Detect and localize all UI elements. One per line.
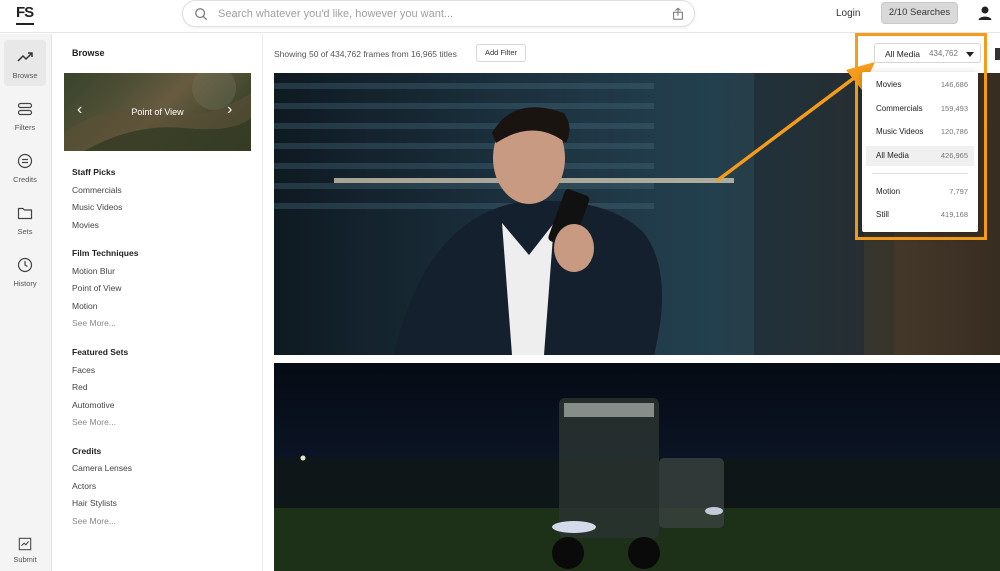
- option-count: 120,786: [940, 127, 968, 136]
- trend-icon: [17, 52, 33, 62]
- option-name: Movies: [876, 80, 902, 89]
- dropdown-selected-count: 434,762: [929, 49, 958, 58]
- option-name: Still: [876, 210, 889, 219]
- logo[interactable]: FS: [16, 4, 34, 21]
- see-more-link[interactable]: See More...: [72, 516, 116, 526]
- menu-option-motion[interactable]: Motion 7,797: [866, 182, 974, 202]
- rail-credits[interactable]: Credits: [4, 144, 46, 190]
- credits-icon: [17, 153, 33, 169]
- browse-link[interactable]: Point of View: [72, 283, 121, 293]
- search-bar[interactable]: [182, 0, 695, 27]
- browse-link[interactable]: Camera Lenses: [72, 463, 132, 473]
- option-name: Music Videos: [876, 127, 924, 136]
- browse-link[interactable]: Motion: [72, 301, 98, 311]
- browse-link[interactable]: Music Videos: [72, 202, 122, 212]
- section-title: Featured Sets: [72, 347, 129, 357]
- option-count: 7,797: [949, 187, 968, 196]
- login-link[interactable]: Login: [836, 8, 860, 19]
- browse-title: Browse: [72, 48, 105, 58]
- results-count: Showing 50 of 434,762 frames from 16,965…: [274, 49, 457, 59]
- hero-label: Point of View: [131, 107, 184, 117]
- frame-image: [274, 398, 1000, 571]
- option-count: 146,686: [940, 80, 968, 89]
- option-name: Commercials: [876, 104, 923, 113]
- browse-link[interactable]: Red: [72, 382, 88, 392]
- panel-edge-tab: [995, 48, 1000, 60]
- rail-label: History: [13, 279, 37, 288]
- media-type-dropdown[interactable]: All Media 434,762: [874, 43, 981, 63]
- menu-option-movies[interactable]: Movies 146,686: [866, 75, 974, 95]
- user-avatar-icon[interactable]: [976, 4, 994, 22]
- menu-option-music-videos[interactable]: Music Videos 120,786: [866, 122, 974, 142]
- rail-browse[interactable]: Browse: [4, 40, 46, 86]
- share-icon[interactable]: [671, 7, 685, 21]
- frame-thumbnail[interactable]: [274, 363, 1000, 571]
- option-count: 159,493: [940, 104, 968, 113]
- browse-link[interactable]: Motion Blur: [72, 266, 115, 276]
- rail-label: Sets: [17, 227, 33, 236]
- menu-divider: [872, 173, 968, 174]
- add-filter-button[interactable]: Add Filter: [476, 44, 526, 62]
- menu-option-all-media[interactable]: All Media 426,965: [866, 146, 974, 166]
- rail-label: Credits: [13, 175, 37, 184]
- browse-link[interactable]: Movies: [72, 220, 99, 230]
- section-title: Credits: [72, 446, 102, 456]
- option-count: 426,965: [940, 151, 968, 160]
- see-more-link[interactable]: See More...: [72, 318, 116, 328]
- option-name: All Media: [876, 151, 909, 160]
- rail-history[interactable]: History: [4, 248, 46, 294]
- submit-icon: [18, 537, 32, 551]
- browse-link[interactable]: Automotive: [72, 400, 115, 410]
- folder-icon: [17, 207, 33, 220]
- browse-link[interactable]: Hair Stylists: [72, 498, 117, 508]
- logo-underline: [16, 23, 34, 25]
- browse-sidebar: Browse ‹ Point of View › Staff Picks Com…: [53, 34, 263, 571]
- section-title: Staff Picks: [72, 167, 116, 177]
- option-count: 419,168: [940, 210, 968, 219]
- see-more-link[interactable]: See More...: [72, 417, 116, 427]
- rail-label: Filters: [14, 123, 36, 132]
- chevron-right-icon[interactable]: ›: [227, 101, 232, 119]
- media-type-menu: Movies 146,686 Commercials 159,493 Music…: [862, 72, 978, 232]
- caret-down-icon: [966, 52, 974, 57]
- browse-link[interactable]: Faces: [72, 365, 95, 375]
- browse-link[interactable]: Commercials: [72, 185, 122, 195]
- option-name: Motion: [876, 187, 901, 196]
- rail-filters[interactable]: Filters: [4, 92, 46, 138]
- dropdown-selected-label: All Media: [885, 49, 920, 59]
- top-bar: FS Login 2/10 Searches: [0, 0, 1000, 33]
- filters-icon: [17, 102, 33, 116]
- history-icon: [17, 257, 33, 273]
- menu-option-still[interactable]: Still 419,168: [866, 205, 974, 225]
- rail-label: Browse: [12, 71, 38, 80]
- searches-counter-button[interactable]: 2/10 Searches: [881, 2, 958, 24]
- rail-label: Submit: [13, 555, 37, 564]
- rail-sets[interactable]: Sets: [4, 196, 46, 242]
- browse-link[interactable]: Actors: [72, 481, 96, 491]
- search-input[interactable]: [218, 5, 648, 23]
- menu-option-commercials[interactable]: Commercials 159,493: [866, 99, 974, 119]
- hero-carousel[interactable]: ‹ Point of View ›: [64, 73, 251, 151]
- rail-submit[interactable]: Submit: [4, 533, 46, 569]
- section-title: Film Techniques: [72, 248, 139, 258]
- icon-rail: Browse Filters Credits Sets History Subm…: [0, 34, 52, 571]
- search-icon: [195, 8, 208, 21]
